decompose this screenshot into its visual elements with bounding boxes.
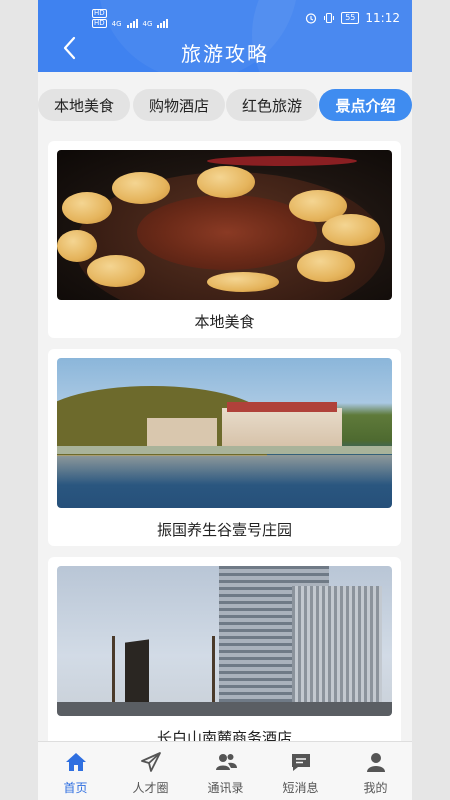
list-item[interactable]: 长白山南麓商务酒店 [48, 557, 401, 754]
food-image [57, 150, 392, 300]
network-label: 4G [111, 20, 122, 28]
signal-icon [157, 19, 169, 28]
tab-red-tourism[interactable]: 红色旅游 [226, 89, 318, 121]
nav-label: 通讯录 [207, 781, 244, 795]
nav-talent[interactable]: 人才圈 [113, 742, 188, 800]
battery-indicator: 55 [341, 12, 360, 24]
category-tabs: 本地美食 购物酒店 红色旅游 景点介绍 [38, 89, 412, 122]
nav-label: 我的 [363, 781, 388, 795]
page-title: 旅游攻略 [181, 42, 269, 66]
nav-label: 人才圈 [132, 781, 169, 795]
paper-plane-icon [141, 752, 161, 772]
resort-image [57, 358, 392, 508]
list-item[interactable]: 振国养生谷壹号庄园 [48, 349, 401, 546]
hd-badge: HD [92, 9, 107, 18]
nav-messages[interactable]: 短消息 [263, 742, 338, 800]
status-bar: HD HD 4G 4G 55 11:12 [38, 0, 412, 34]
card-caption: 本地美食 [194, 313, 255, 331]
network-label: 4G [142, 20, 153, 28]
user-icon [367, 753, 385, 772]
nav-label: 首页 [63, 781, 88, 795]
tab-local-food[interactable]: 本地美食 [38, 89, 130, 121]
nav-home[interactable]: 首页 [38, 742, 113, 800]
app-header: HD HD 4G 4G 55 11:12 旅游攻略 [38, 0, 412, 72]
hotel-image [57, 566, 392, 716]
signal-icon [126, 19, 138, 28]
status-right: 55 11:12 [305, 11, 400, 25]
alarm-icon [306, 13, 317, 24]
list-item[interactable]: 本地美食 [48, 141, 401, 338]
contacts-icon [216, 754, 237, 770]
tab-attractions[interactable]: 景点介绍 [319, 89, 412, 121]
tab-shopping-hotel[interactable]: 购物酒店 [133, 89, 225, 121]
vibrate-icon [324, 12, 335, 24]
status-time: 11:12 [365, 11, 400, 25]
home-icon [66, 753, 86, 771]
nav-label: 短消息 [282, 781, 319, 795]
nav-profile[interactable]: 我的 [338, 742, 412, 800]
status-left: HD HD 4G 4G [92, 9, 169, 28]
bottom-nav: 首页 人才圈 通讯录 短消息 我的 [38, 741, 412, 800]
app-screen: HD HD 4G 4G 55 11:12 旅游攻略 本地美食 购物酒店 红色旅游 [38, 0, 412, 800]
message-icon [292, 754, 310, 771]
hd-badge: HD [92, 19, 107, 28]
nav-contacts[interactable]: 通讯录 [188, 742, 263, 800]
card-caption: 振国养生谷壹号庄园 [156, 521, 292, 539]
